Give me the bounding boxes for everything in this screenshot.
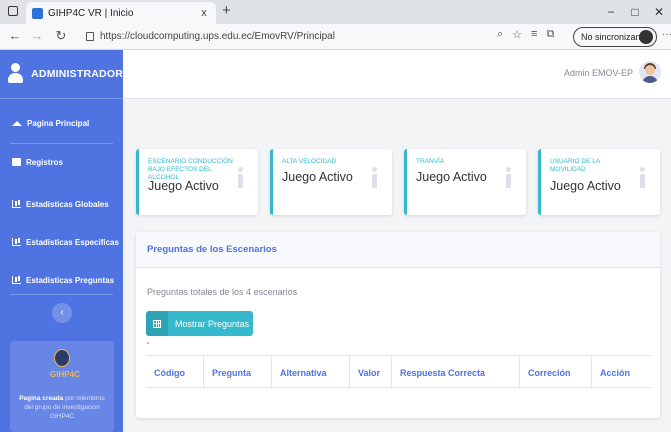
sidebar-divider xyxy=(10,143,113,144)
column-header-correcion[interactable]: Correción xyxy=(519,356,591,389)
tab-close-button[interactable]: x xyxy=(198,7,210,19)
sidebar-item-estadisticas-preguntas[interactable]: Estadisticas Preguntas xyxy=(0,263,123,297)
table-marker xyxy=(147,342,149,344)
top-bar: Admin EMOV-EP xyxy=(123,50,671,99)
footer-bold-text: Pagina creada xyxy=(19,395,64,402)
footer-text-1: por miembros xyxy=(63,395,105,402)
favorites-list-icon[interactable]: ≡ xyxy=(531,28,537,41)
address-bar: ← → ↻ https://cloudcomputing.ups.edu.ec/… xyxy=(0,24,671,50)
profile-avatar-icon xyxy=(639,30,653,44)
footer-text-3: GIHP4C xyxy=(49,413,75,420)
card-value: Juego Activo xyxy=(550,179,621,193)
sidebar-item-estadisticas-globales[interactable]: Estadisticas Globales xyxy=(0,187,123,221)
show-questions-label: Mostrar Preguntas xyxy=(175,318,250,329)
panel-title: Preguntas de los Escenarios xyxy=(147,244,277,255)
sidebar-item-label: Registros xyxy=(26,157,63,167)
avatar[interactable] xyxy=(639,61,661,83)
sidebar-item-registros[interactable]: Registros xyxy=(0,145,123,179)
chart-icon xyxy=(12,276,21,284)
user-icon xyxy=(8,63,23,85)
new-tab-button[interactable]: + xyxy=(222,2,231,20)
card-value: Juego Activo xyxy=(148,179,219,193)
panel-subtitle: Preguntas totales de los 4 escenarios xyxy=(147,287,298,297)
card-escenario-alcohol: ESCENARIO CONDUCCIÓN BAJO EFECTOS DEL AL… xyxy=(136,149,258,215)
user-name[interactable]: Admin EMOV-EP xyxy=(564,68,633,78)
sidebar-footer-card: GIHP4C Pagina creada por miembros del gr… xyxy=(10,341,114,432)
back-icon[interactable]: ← xyxy=(6,27,24,45)
sidebar-footer-text: Pagina creada por miembros del grupo de … xyxy=(10,394,114,421)
maximize-button[interactable]: □ xyxy=(623,5,647,19)
browser-tab[interactable]: GIHP4C VR | Inicio x xyxy=(26,2,216,24)
favorite-icon[interactable]: ☆ xyxy=(512,28,522,41)
info-icon xyxy=(639,167,645,189)
minimize-button[interactable]: − xyxy=(599,5,623,19)
footer-text-2: del grupo de investigacion xyxy=(24,404,100,411)
table-icon xyxy=(146,311,168,336)
card-tranvia: TRANVÍA Juego Activo xyxy=(404,149,526,215)
close-window-button[interactable]: ✕ xyxy=(647,5,671,19)
url-field[interactable]: https://cloudcomputing.ups.edu.ec/EmovRV… xyxy=(86,27,516,46)
chart-icon xyxy=(12,238,21,246)
info-icon xyxy=(371,167,377,189)
sync-button[interactable]: No sincronizando xyxy=(573,27,657,47)
card-label: TRANVÍA xyxy=(416,158,445,165)
browser-window: GIHP4C VR | Inicio x + − □ ✕ ← → ↻ https… xyxy=(0,0,671,432)
home-icon xyxy=(12,120,22,126)
card-value: Juego Activo xyxy=(282,170,353,184)
info-icon xyxy=(237,167,243,189)
sidebar-divider xyxy=(10,294,113,295)
card-usuario-movilidad: USUARIO DE LA MOVILIDAD Juego Activo xyxy=(538,149,660,215)
folder-icon xyxy=(12,158,21,166)
window-controls: − □ ✕ xyxy=(599,0,671,24)
sidebar-toggle-button[interactable]: ‹ xyxy=(52,303,72,323)
collections-icon[interactable]: ⧉ xyxy=(546,28,554,41)
questions-panel: Preguntas de los Escenarios Preguntas to… xyxy=(136,232,660,418)
gihp4c-logo: GIHP4C xyxy=(48,349,80,383)
sidebar-item-label: Estadisticas Globales xyxy=(26,199,109,209)
show-questions-button[interactable]: Mostrar Preguntas xyxy=(146,311,253,336)
tab-bar: GIHP4C VR | Inicio x + − □ ✕ xyxy=(0,0,671,24)
address-bar-icons: ⌕ ☆ ≡ ⧉ xyxy=(497,28,554,41)
forward-icon[interactable]: → xyxy=(28,27,46,45)
sidebar-item-label: Estadisticas Especificas xyxy=(26,237,119,247)
column-header-pregunta[interactable]: Pregunta xyxy=(203,356,271,389)
column-header-respuesta-correcta[interactable]: Respuesta Correcta xyxy=(391,356,519,389)
column-header-accion[interactable]: Acción xyxy=(591,356,652,389)
logo-text: GIHP4C xyxy=(50,370,80,379)
card-alta-velocidad: ALTA VELOCIDAD Juego Activo xyxy=(270,149,392,215)
column-header-codigo[interactable]: Código xyxy=(146,356,203,389)
refresh-icon[interactable]: ↻ xyxy=(52,27,70,45)
column-header-alternativa[interactable]: Alternativa xyxy=(271,356,349,389)
sidebar-item-label: Estadisticas Preguntas xyxy=(26,275,115,285)
lock-icon xyxy=(86,32,94,41)
sidebar-brand[interactable]: ADMINISTRADOR xyxy=(0,50,123,99)
column-header-valor[interactable]: Valor xyxy=(349,356,391,389)
window-menu-icon[interactable] xyxy=(8,6,18,16)
card-label: USUARIO DE LA MOVILIDAD xyxy=(550,158,600,173)
sidebar-item-estadisticas-especificas[interactable]: Estadisticas Especificas xyxy=(0,225,123,259)
questions-table: Código Pregunta Alternativa Valor Respue… xyxy=(146,355,652,389)
panel-header: Preguntas de los Escenarios xyxy=(136,232,660,268)
more-options-icon[interactable]: ··· xyxy=(662,29,671,40)
sidebar-title: ADMINISTRADOR xyxy=(31,68,123,80)
read-aloud-icon[interactable]: ⌕ xyxy=(497,28,503,41)
card-value: Juego Activo xyxy=(416,170,487,184)
sidebar-item-label: Pagina Principal xyxy=(27,118,90,128)
sidebar-item-pagina-principal[interactable]: Pagina Principal xyxy=(0,106,123,140)
url-text: https://cloudcomputing.ups.edu.ec/EmovRV… xyxy=(100,31,335,42)
favicon-icon xyxy=(32,7,43,19)
chart-icon xyxy=(12,200,21,208)
tab-title: GIHP4C VR | Inicio xyxy=(48,7,134,19)
card-label: ALTA VELOCIDAD xyxy=(282,158,337,165)
info-icon xyxy=(505,167,511,189)
sidebar: ADMINISTRADOR Pagina Principal Registros… xyxy=(0,50,123,432)
